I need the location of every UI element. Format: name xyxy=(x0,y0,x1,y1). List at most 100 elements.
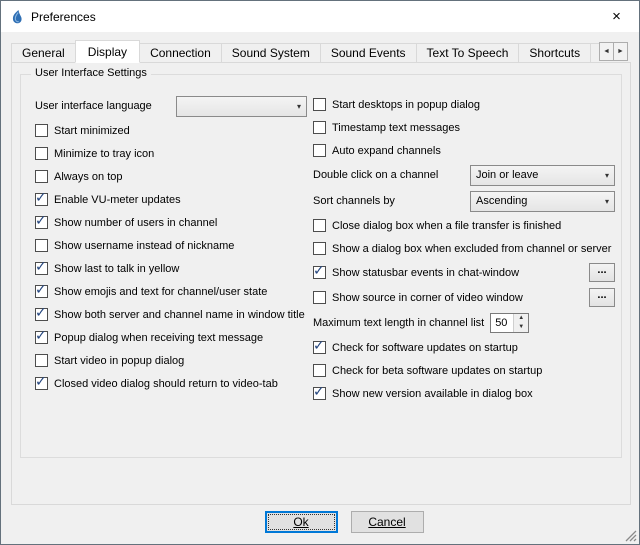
checkbox-icon[interactable] xyxy=(35,170,48,183)
checkbox-show-username[interactable]: Show username instead of nickname xyxy=(35,234,307,257)
arrow-right-icon: ► xyxy=(617,48,624,55)
checkbox-label: Show emojis and text for channel/user st… xyxy=(54,286,267,298)
checkbox-label: Close dialog box when a file transfer is… xyxy=(332,220,561,232)
spin-down-icon[interactable]: ▼ xyxy=(514,323,528,332)
preferences-window: Preferences × General Display Connection… xyxy=(0,0,640,545)
checkbox-icon[interactable] xyxy=(35,193,48,206)
checkbox-icon[interactable] xyxy=(35,354,48,367)
tab-scroll-left-button[interactable]: ◄ xyxy=(599,42,614,61)
sort-channels-row: Sort channels by Ascending ▾ xyxy=(313,188,615,214)
checkbox-icon[interactable] xyxy=(313,144,326,157)
chevron-down-icon: ▾ xyxy=(297,102,301,111)
checkbox-server-channel-title[interactable]: Show both server and channel name in win… xyxy=(35,303,307,326)
checkbox-label: Auto expand channels xyxy=(332,145,441,157)
checkbox-check-beta-updates[interactable]: Check for beta software updates on start… xyxy=(313,359,615,382)
checkbox-label: Start minimized xyxy=(54,125,130,137)
spinner-arrows: ▲ ▼ xyxy=(513,314,528,332)
checkbox-start-minimized[interactable]: Start minimized xyxy=(35,119,307,142)
tab-scroll-right-button[interactable]: ► xyxy=(613,42,628,61)
sort-channels-combobox[interactable]: Ascending ▾ xyxy=(470,191,615,212)
titlebar[interactable]: Preferences × xyxy=(1,1,639,32)
arrow-left-icon: ◄ xyxy=(603,48,610,55)
checkbox-icon[interactable] xyxy=(35,239,48,252)
resize-grip[interactable] xyxy=(624,529,637,542)
tab-connection[interactable]: Connection xyxy=(139,43,222,63)
spin-up-icon[interactable]: ▲ xyxy=(514,314,528,323)
checkbox-label: Start desktops in popup dialog xyxy=(332,99,480,111)
app-icon xyxy=(9,9,25,25)
checkbox-icon[interactable] xyxy=(35,331,48,344)
dialog-buttons: Ok Cancel xyxy=(25,511,640,533)
checkbox-icon[interactable] xyxy=(313,98,326,111)
checkbox-icon[interactable] xyxy=(313,364,326,377)
tab-text-to-speech[interactable]: Text To Speech xyxy=(416,43,520,63)
checkbox-start-video-popup[interactable]: Start video in popup dialog xyxy=(35,349,307,372)
checkbox-label: Show a dialog box when excluded from cha… xyxy=(332,243,611,255)
checkbox-video-source-corner[interactable]: Show source in corner of video window ..… xyxy=(313,285,615,310)
tab-sound-system[interactable]: Sound System xyxy=(221,43,321,63)
tab-sound-events[interactable]: Sound Events xyxy=(320,43,417,63)
checkbox-start-desktops-popup[interactable]: Start desktops in popup dialog xyxy=(313,93,615,116)
checkbox-close-on-file-transfer[interactable]: Close dialog box when a file transfer is… xyxy=(313,214,615,237)
checkbox-popup-text-message[interactable]: Popup dialog when receiving text message xyxy=(35,326,307,349)
checkbox-icon[interactable] xyxy=(35,285,48,298)
checkbox-timestamp-messages[interactable]: Timestamp text messages xyxy=(313,116,615,139)
checkbox-label: Minimize to tray icon xyxy=(54,148,154,160)
chevron-down-icon: ▾ xyxy=(605,171,609,180)
left-column: User interface language ▾ Start minimize… xyxy=(35,93,307,395)
checkbox-label: Show last to talk in yellow xyxy=(54,263,179,275)
checkbox-show-new-version[interactable]: Show new version available in dialog box xyxy=(313,382,615,405)
checkbox-icon[interactable] xyxy=(313,291,326,304)
checkbox-label: Check for software updates on startup xyxy=(332,342,518,354)
checkbox-icon[interactable] xyxy=(313,219,326,232)
checkbox-auto-expand-channels[interactable]: Auto expand channels xyxy=(313,139,615,162)
checkbox-icon[interactable] xyxy=(35,262,48,275)
checkbox-show-emojis[interactable]: Show emojis and text for channel/user st… xyxy=(35,280,307,303)
checkbox-enable-vu-meter[interactable]: Enable VU-meter updates xyxy=(35,188,307,211)
checkbox-minimize-to-tray[interactable]: Minimize to tray icon xyxy=(35,142,307,165)
max-text-length-label: Maximum text length in channel list xyxy=(313,317,484,329)
checkbox-last-talk-yellow[interactable]: Show last to talk in yellow xyxy=(35,257,307,280)
close-button[interactable]: × xyxy=(594,1,639,32)
video-source-config-button[interactable]: ... xyxy=(589,288,615,307)
checkbox-always-on-top[interactable]: Always on top xyxy=(35,165,307,188)
double-click-combobox-value: Join or leave xyxy=(476,169,538,181)
group-user-interface-settings: User Interface Settings User interface l… xyxy=(20,74,622,458)
checkbox-icon[interactable] xyxy=(313,121,326,134)
checkbox-icon[interactable] xyxy=(35,377,48,390)
double-click-label: Double click on a channel xyxy=(313,169,438,181)
checkbox-icon[interactable] xyxy=(313,341,326,354)
checkbox-closed-video-return[interactable]: Closed video dialog should return to vid… xyxy=(35,372,307,395)
tab-display[interactable]: Display xyxy=(75,40,140,63)
chevron-down-icon: ▾ xyxy=(605,197,609,206)
checkbox-label: Always on top xyxy=(54,171,122,183)
checkbox-label: Show source in corner of video window xyxy=(332,292,523,304)
sort-channels-label: Sort channels by xyxy=(313,195,395,207)
tab-shortcuts[interactable]: Shortcuts xyxy=(518,43,591,63)
tab-general[interactable]: General xyxy=(11,43,76,63)
checkbox-icon[interactable] xyxy=(35,147,48,160)
checkbox-icon[interactable] xyxy=(313,266,326,279)
checkbox-label: Show both server and channel name in win… xyxy=(54,309,305,321)
checkbox-show-user-count[interactable]: Show number of users in channel xyxy=(35,211,307,234)
checkbox-excluded-dialog[interactable]: Show a dialog box when excluded from cha… xyxy=(313,237,615,260)
ok-button[interactable]: Ok xyxy=(265,511,338,533)
checkbox-statusbar-events[interactable]: Show statusbar events in chat-window ... xyxy=(313,260,615,285)
display-tab-pane: User Interface Settings User interface l… xyxy=(11,62,631,505)
checkbox-label: Show number of users in channel xyxy=(54,217,217,229)
checkbox-icon[interactable] xyxy=(313,387,326,400)
max-text-length-value[interactable]: 50 xyxy=(491,314,513,332)
double-click-combobox[interactable]: Join or leave ▾ xyxy=(470,165,615,186)
language-combobox[interactable]: ▾ xyxy=(176,96,307,117)
close-icon: × xyxy=(612,8,621,25)
checkbox-label: Start video in popup dialog xyxy=(54,355,184,367)
checkbox-icon[interactable] xyxy=(35,216,48,229)
cancel-button[interactable]: Cancel xyxy=(351,511,424,533)
checkbox-label: Show new version available in dialog box xyxy=(332,388,533,400)
checkbox-check-updates[interactable]: Check for software updates on startup xyxy=(313,336,615,359)
checkbox-icon[interactable] xyxy=(35,124,48,137)
checkbox-icon[interactable] xyxy=(35,308,48,321)
statusbar-events-config-button[interactable]: ... xyxy=(589,263,615,282)
max-text-length-spinner[interactable]: 50 ▲ ▼ xyxy=(490,313,529,333)
checkbox-icon[interactable] xyxy=(313,242,326,255)
